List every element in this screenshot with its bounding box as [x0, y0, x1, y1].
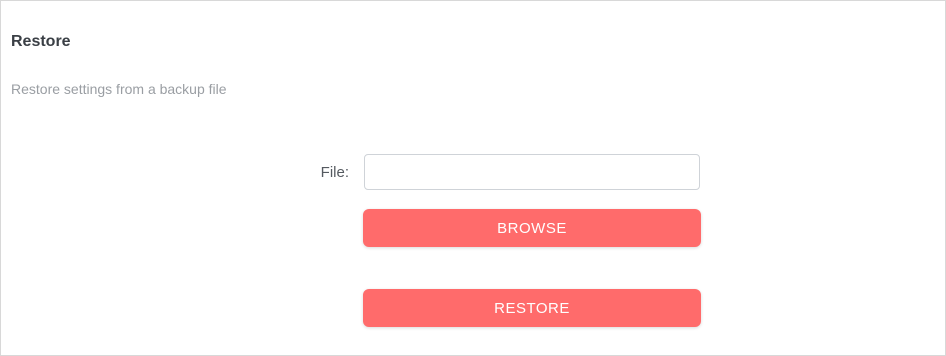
section-title: Restore: [11, 33, 71, 50]
browse-button[interactable]: BROWSE: [363, 209, 701, 247]
file-path-input[interactable]: [364, 154, 700, 190]
restore-panel: Restore Restore settings from a backup f…: [0, 0, 946, 356]
restore-button[interactable]: RESTORE: [363, 289, 701, 327]
file-label: File:: [320, 164, 349, 181]
section-description: Restore settings from a backup file: [11, 81, 227, 97]
